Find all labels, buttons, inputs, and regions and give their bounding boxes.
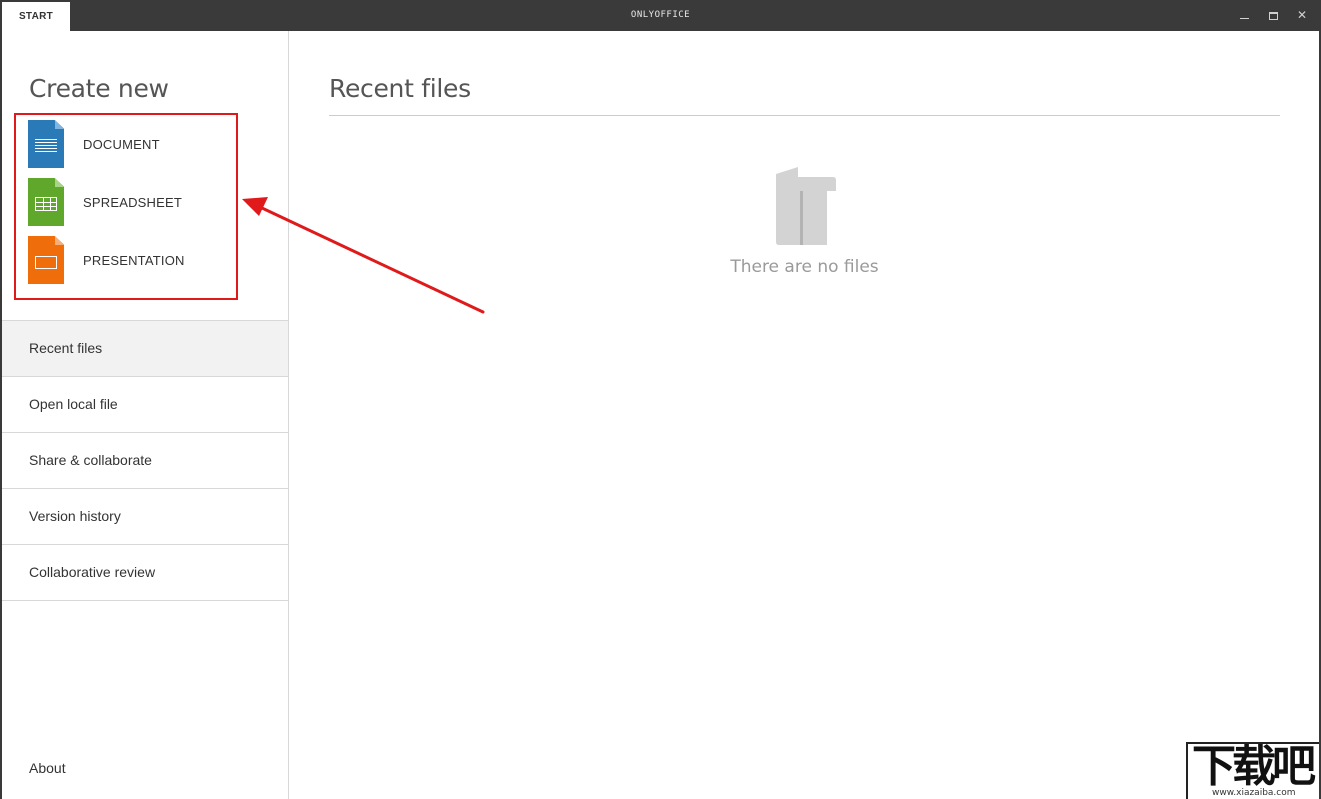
close-icon: ✕	[1296, 8, 1308, 22]
minimize-button[interactable]	[1230, 3, 1258, 27]
watermark-text: 下载吧	[1192, 742, 1316, 792]
sidebar-item-share-collaborate[interactable]: Share & collaborate	[2, 433, 288, 489]
watermark-logo: 下载吧 www.xiazaiba.com	[1186, 742, 1319, 799]
watermark-url: www.xiazaiba.com	[1212, 788, 1296, 798]
main-panel: Recent files There are no files	[290, 31, 1319, 799]
sidebar-item-open-local-file[interactable]: Open local file	[2, 377, 288, 433]
page-title: Recent files	[329, 74, 471, 103]
minimize-icon	[1239, 18, 1249, 20]
title-divider	[329, 115, 1280, 116]
create-new-heading: Create new	[29, 74, 169, 103]
empty-state-text: There are no files	[730, 257, 879, 277]
maximize-icon	[1268, 11, 1278, 20]
sidebar-nav: Recent files Open local file Share & col…	[2, 320, 288, 601]
annotation-highlight-box	[14, 113, 238, 300]
maximize-button[interactable]	[1259, 3, 1287, 27]
empty-folder-icon	[776, 167, 836, 245]
sidebar-item-version-history[interactable]: Version history	[2, 489, 288, 545]
sidebar-item-recent-files[interactable]: Recent files	[2, 321, 288, 377]
tab-start[interactable]: START	[2, 2, 70, 31]
title-bar: START ONLYOFFICE ✕	[0, 0, 1321, 31]
window-title: ONLYOFFICE	[630, 10, 691, 20]
sidebar-item-collaborative-review[interactable]: Collaborative review	[2, 545, 288, 601]
sidebar-item-about[interactable]: About	[29, 760, 66, 776]
close-button[interactable]: ✕	[1288, 3, 1316, 27]
